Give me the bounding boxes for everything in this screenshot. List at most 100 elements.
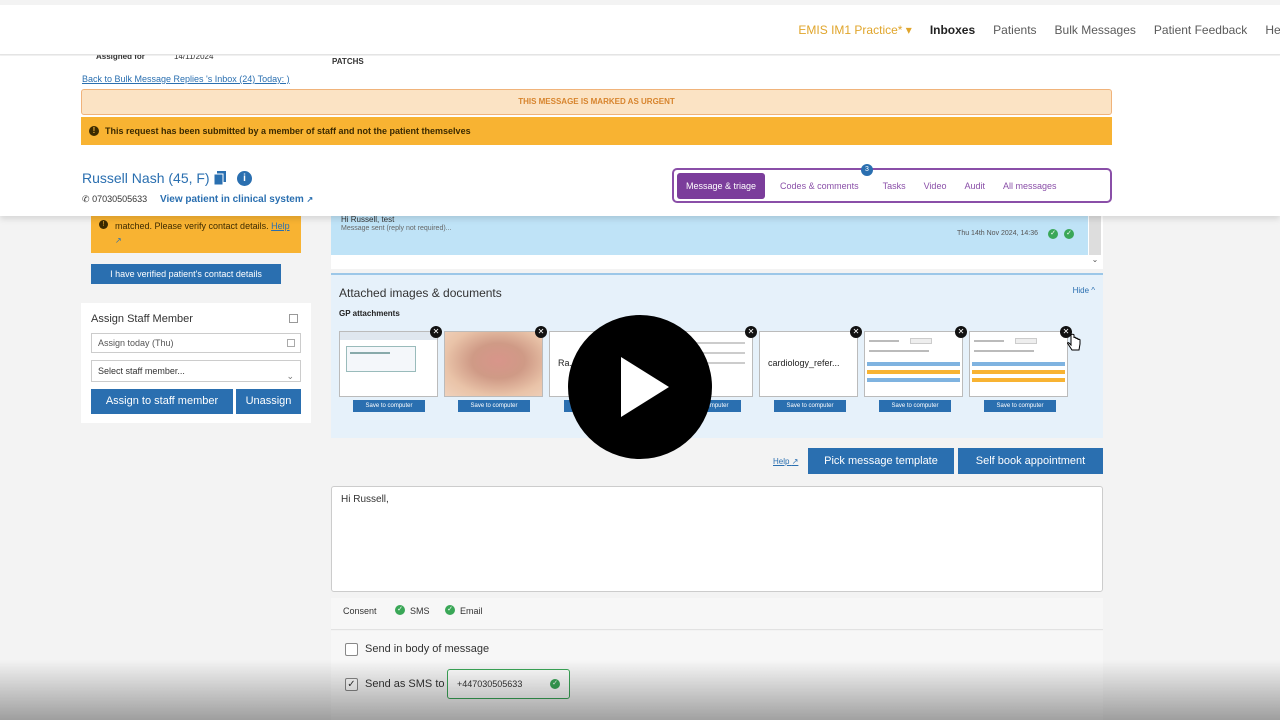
tab-codes-comments[interactable]: Codes & comments bbox=[771, 181, 868, 191]
hand-cursor-icon bbox=[1067, 333, 1081, 351]
nav-help[interactable]: Help bbox=[1265, 23, 1280, 37]
remove-attachment-icon[interactable]: ✕ bbox=[955, 326, 967, 338]
save-to-computer-button[interactable]: Save to computer bbox=[774, 400, 846, 412]
sms-number-value: +447030505633 bbox=[457, 679, 523, 689]
sent-message: Hi Russell, test Message sent (reply not… bbox=[331, 213, 1088, 255]
message-tabs: Message & triage Codes & comments Tasks … bbox=[672, 168, 1112, 203]
external-link-icon: ↗ bbox=[115, 236, 122, 245]
nav-inboxes[interactable]: Inboxes bbox=[930, 23, 975, 37]
patient-phone: ✆ 07030505633 bbox=[82, 194, 147, 205]
nav-bulk-messages[interactable]: Bulk Messages bbox=[1055, 23, 1136, 37]
external-link-icon: ↗ bbox=[306, 195, 314, 204]
calendar-icon bbox=[289, 314, 298, 323]
verify-text: matched. Please verify contact details. bbox=[115, 221, 269, 231]
send-body-label: Send in body of message bbox=[365, 643, 490, 655]
verified-contact-button[interactable]: I have verified patient's contact detail… bbox=[91, 264, 281, 284]
attachment-thumbnail[interactable] bbox=[444, 331, 543, 397]
staff-select-value: Select staff member... bbox=[98, 366, 185, 376]
message-body: Hi Russell, test bbox=[341, 215, 395, 224]
send-body-checkbox[interactable] bbox=[345, 643, 358, 656]
sms-number-field[interactable]: +447030505633 ✓ bbox=[447, 669, 570, 699]
staff-member-select[interactable]: Select staff member... ⌄ bbox=[91, 360, 301, 382]
tab-audit[interactable]: Audit bbox=[955, 181, 994, 191]
send-options: Send in body of message ✓ Send as SMS to… bbox=[331, 631, 1103, 720]
assign-staff-button[interactable]: Assign to staff member bbox=[91, 389, 233, 414]
thread-scrollbar[interactable] bbox=[1089, 213, 1101, 255]
exclamation-icon: ! bbox=[89, 126, 99, 136]
send-sms-checkbox[interactable]: ✓ bbox=[345, 678, 358, 691]
nav-list: EMIS IM1 Practice* ▾ Inboxes Patients Bu… bbox=[798, 5, 1280, 55]
staff-notice-text: This request has been submitted by a mem… bbox=[105, 126, 471, 136]
tab-tasks[interactable]: Tasks bbox=[874, 181, 915, 191]
send-sms-label: Send as SMS to bbox=[365, 678, 445, 690]
copy-icon[interactable] bbox=[214, 171, 226, 185]
check-icon: ✓ bbox=[1048, 229, 1058, 239]
consent-row: Consent ✓ SMS ✓ Email bbox=[331, 598, 1103, 630]
tab-message-triage[interactable]: Message & triage bbox=[677, 172, 766, 199]
check-icon: ✓ bbox=[395, 605, 405, 615]
attachment-thumbnail[interactable] bbox=[864, 331, 963, 397]
play-icon bbox=[621, 357, 669, 417]
help-link-label: Help bbox=[773, 457, 790, 466]
attachment-thumbnail[interactable] bbox=[339, 331, 438, 397]
remove-attachment-icon[interactable]: ✕ bbox=[745, 326, 757, 338]
phone-number: 07030505633 bbox=[92, 194, 148, 204]
tab-all-messages[interactable]: All messages bbox=[994, 181, 1066, 191]
top-navbar: EMIS IM1 Practice* ▾ Inboxes Patients Bu… bbox=[0, 5, 1280, 55]
template-help-link[interactable]: Help ↗ bbox=[773, 457, 798, 466]
pick-template-button[interactable]: Pick message template bbox=[808, 448, 954, 474]
save-to-computer-button[interactable]: Save to computer bbox=[353, 400, 425, 412]
assign-staff-card: Assign Staff Member Assign today (Thu) S… bbox=[81, 303, 311, 423]
message-timestamp: Thu 14th Nov 2024, 14:36 bbox=[957, 230, 1038, 237]
back-to-inbox-link[interactable]: Back to Bulk Message Replies 's Inbox (2… bbox=[82, 74, 290, 84]
practice-selector[interactable]: EMIS IM1 Practice* ▾ bbox=[798, 23, 911, 37]
remove-attachment-icon[interactable]: ✕ bbox=[535, 326, 547, 338]
exclamation-icon: ! bbox=[99, 220, 108, 229]
consent-sms: SMS bbox=[410, 606, 430, 616]
consent-label: Consent bbox=[343, 606, 377, 616]
remove-attachment-icon[interactable]: ✕ bbox=[850, 326, 862, 338]
attachment-thumbnail[interactable]: cardiology_refer... bbox=[759, 331, 858, 397]
message-thread: Hi Russell, test Message sent (reply not… bbox=[331, 213, 1103, 269]
view-link-label: View patient in clinical system bbox=[160, 194, 304, 205]
assign-staff-title: Assign Staff Member bbox=[91, 313, 193, 325]
nav-patient-feedback[interactable]: Patient Feedback bbox=[1154, 23, 1247, 37]
hide-attachments-link[interactable]: Hide ^ bbox=[1073, 286, 1095, 295]
check-icon: ✓ bbox=[1064, 229, 1074, 239]
staff-submitted-banner: ! This request has been submitted by a m… bbox=[81, 117, 1112, 145]
phone-icon: ✆ bbox=[82, 194, 90, 204]
attachment-filename: cardiology_refer... bbox=[768, 358, 840, 368]
compose-textarea[interactable]: Hi Russell, bbox=[331, 486, 1103, 592]
info-icon[interactable]: i bbox=[237, 171, 252, 186]
external-link-icon: ↗ bbox=[791, 457, 799, 466]
check-icon: ✓ bbox=[550, 679, 560, 689]
urgent-banner: THIS MESSAGE IS MARKED AS URGENT bbox=[81, 89, 1112, 115]
unassign-button[interactable]: Unassign bbox=[236, 389, 301, 414]
self-book-button[interactable]: Self book appointment bbox=[958, 448, 1103, 474]
save-to-computer-button[interactable]: Save to computer bbox=[984, 400, 1056, 412]
tab-count-badge: 3 bbox=[861, 164, 873, 176]
assign-date-field[interactable]: Assign today (Thu) bbox=[91, 333, 301, 353]
patient-name: Russell Nash (45, F) bbox=[82, 170, 210, 186]
attachments-title: Attached images & documents bbox=[339, 286, 502, 300]
consent-email: Email bbox=[460, 606, 483, 616]
attachments-panel: Attached images & documents Hide ^ GP at… bbox=[331, 273, 1103, 438]
chevron-down-icon[interactable]: ⌄ bbox=[1089, 255, 1101, 267]
tab-video[interactable]: Video bbox=[915, 181, 956, 191]
attachment-thumbnail[interactable] bbox=[969, 331, 1068, 397]
verify-help-link[interactable]: Help bbox=[271, 221, 290, 231]
patient-header: Assigned for 14/11/2024 PATCHS Back to B… bbox=[0, 52, 1280, 216]
gp-attachments-label: GP attachments bbox=[339, 309, 400, 318]
verify-contact-alert: ! matched. Please verify contact details… bbox=[91, 213, 301, 253]
header-behind-text: Assigned for 14/11/2024 PATCHS bbox=[82, 52, 1088, 66]
assign-date-value: Assign today (Thu) bbox=[98, 338, 174, 348]
check-icon: ✓ bbox=[445, 605, 455, 615]
remove-attachment-icon[interactable]: ✕ bbox=[430, 326, 442, 338]
view-in-clinical-system-link[interactable]: View patient in clinical system ↗ bbox=[160, 194, 313, 205]
nav-patients[interactable]: Patients bbox=[993, 23, 1036, 37]
save-to-computer-button[interactable]: Save to computer bbox=[879, 400, 951, 412]
calendar-icon bbox=[287, 339, 295, 347]
play-button[interactable] bbox=[568, 315, 712, 459]
save-to-computer-button[interactable]: Save to computer bbox=[458, 400, 530, 412]
patchs-label: PATCHS bbox=[332, 57, 364, 66]
